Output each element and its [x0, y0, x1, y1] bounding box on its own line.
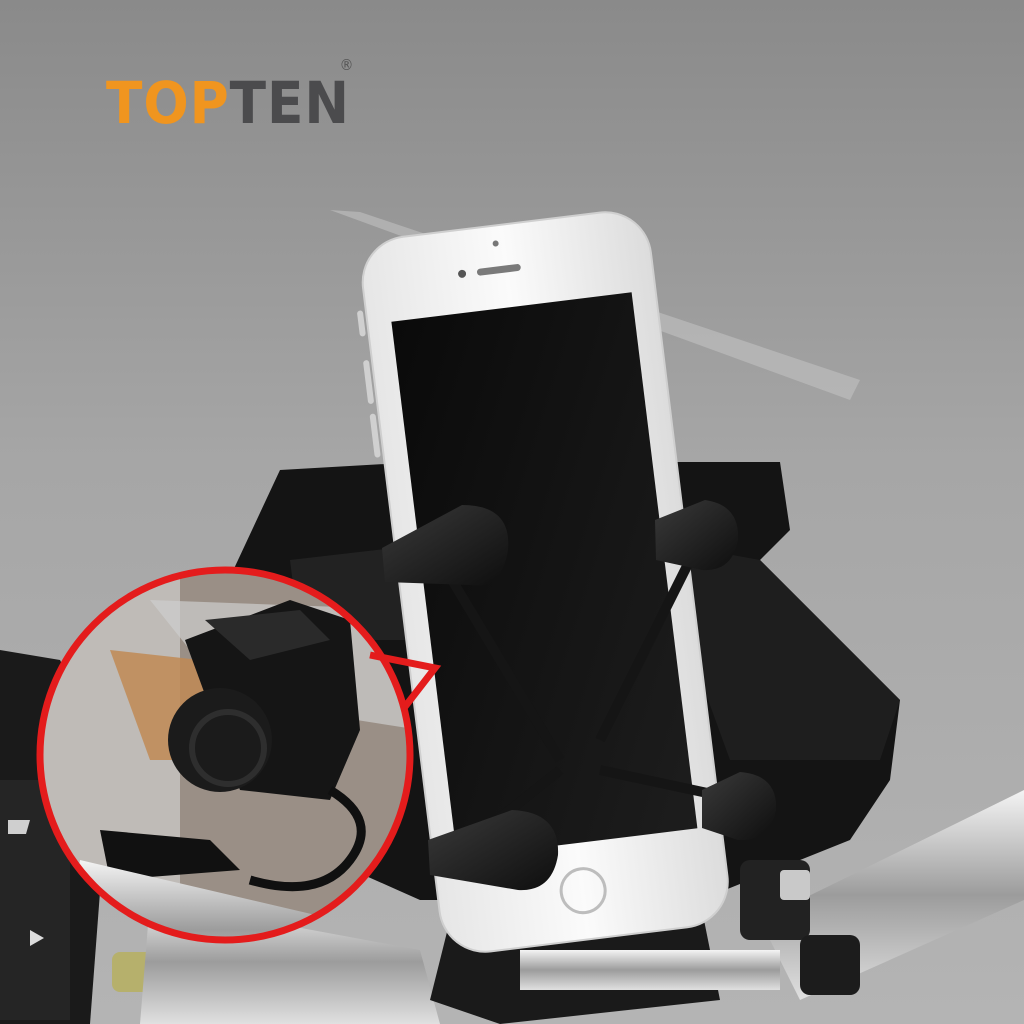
product-photo: TOPTEN ® [0, 0, 1024, 1024]
registered-mark: ® [339, 56, 355, 74]
brand-logo: TOPTEN ® [106, 58, 353, 133]
brand-logo-part2: TEN [229, 69, 350, 137]
photo-canvas [0, 0, 1024, 1024]
brand-logo-part1: TOP [106, 69, 230, 137]
